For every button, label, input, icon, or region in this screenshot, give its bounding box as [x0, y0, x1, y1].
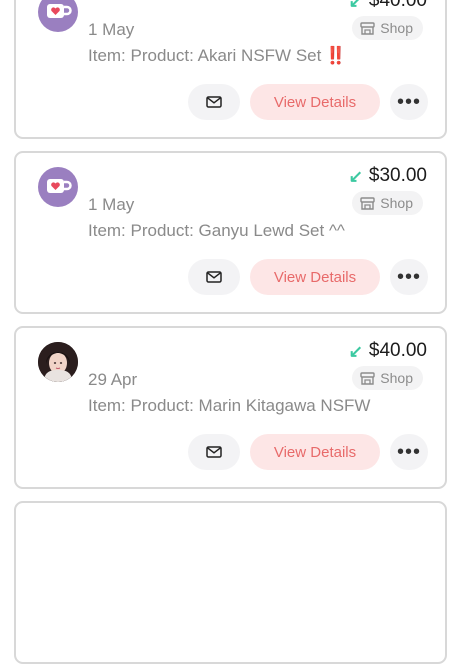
amount: $40.00: [368, 340, 427, 361]
message-button[interactable]: [188, 84, 240, 120]
amount-row: ↙ $40.00: [349, 0, 427, 12]
kofi-cup-icon: [38, 0, 78, 32]
shop-icon: [360, 196, 375, 210]
transaction-date: 1 May: [88, 20, 135, 39]
incoming-arrow-icon: ↙: [348, 341, 363, 361]
view-details-button[interactable]: View Details: [250, 434, 380, 470]
more-icon: •••: [396, 440, 421, 463]
view-details-button[interactable]: View Details: [250, 259, 380, 295]
amount-row: ↙ $30.00: [349, 165, 427, 187]
transaction-card: ↙ $30.00 1 May Shop Item: Product: Ganyu…: [14, 151, 447, 314]
user-avatar: [38, 342, 78, 382]
message-button[interactable]: [188, 434, 240, 470]
more-icon: •••: [396, 90, 421, 113]
more-options-button[interactable]: •••: [390, 259, 428, 295]
incoming-arrow-icon: ↙: [348, 0, 363, 11]
badge-label: Shop: [380, 20, 413, 36]
transaction-card: [14, 501, 447, 664]
item-text: Item: Product: Akari NSFW Set: [88, 46, 322, 65]
shop-badge: Shop: [352, 191, 423, 215]
mail-icon: [206, 271, 222, 283]
badge-label: Shop: [380, 370, 413, 386]
more-options-button[interactable]: •••: [390, 84, 428, 120]
message-button[interactable]: [188, 259, 240, 295]
shop-badge: Shop: [352, 366, 423, 390]
double-exclamation-emoji: ‼️: [325, 46, 347, 65]
amount-row: ↙ $40.00: [349, 340, 427, 362]
more-options-button[interactable]: •••: [390, 434, 428, 470]
shop-icon: [360, 21, 375, 35]
shop-icon: [360, 371, 375, 385]
incoming-arrow-icon: ↙: [348, 166, 363, 186]
transaction-date: 1 May: [88, 195, 135, 214]
amount: $40.00: [368, 0, 427, 11]
item-description: Item: Product: Akari NSFW Set ‼️: [88, 46, 347, 66]
mail-icon: [206, 96, 222, 108]
item-description: Item: Product: Marin Kitagawa NSFW: [88, 396, 371, 415]
kofi-cup-icon: [38, 167, 78, 207]
amount: $30.00: [368, 165, 427, 186]
transaction-date: 29 Apr: [88, 370, 138, 389]
badge-label: Shop: [380, 195, 413, 211]
transaction-card: ↙ $40.00 29 Apr Shop Item: Product: Mari…: [14, 326, 447, 489]
more-icon: •••: [396, 265, 421, 288]
mail-icon: [206, 446, 222, 458]
shop-badge: Shop: [352, 16, 423, 40]
transaction-card: ↙ $40.00 1 May Shop Item: Product: Akari…: [14, 0, 447, 139]
item-description: Item: Product: Ganyu Lewd Set ^^: [88, 221, 345, 240]
view-details-button[interactable]: View Details: [250, 84, 380, 120]
